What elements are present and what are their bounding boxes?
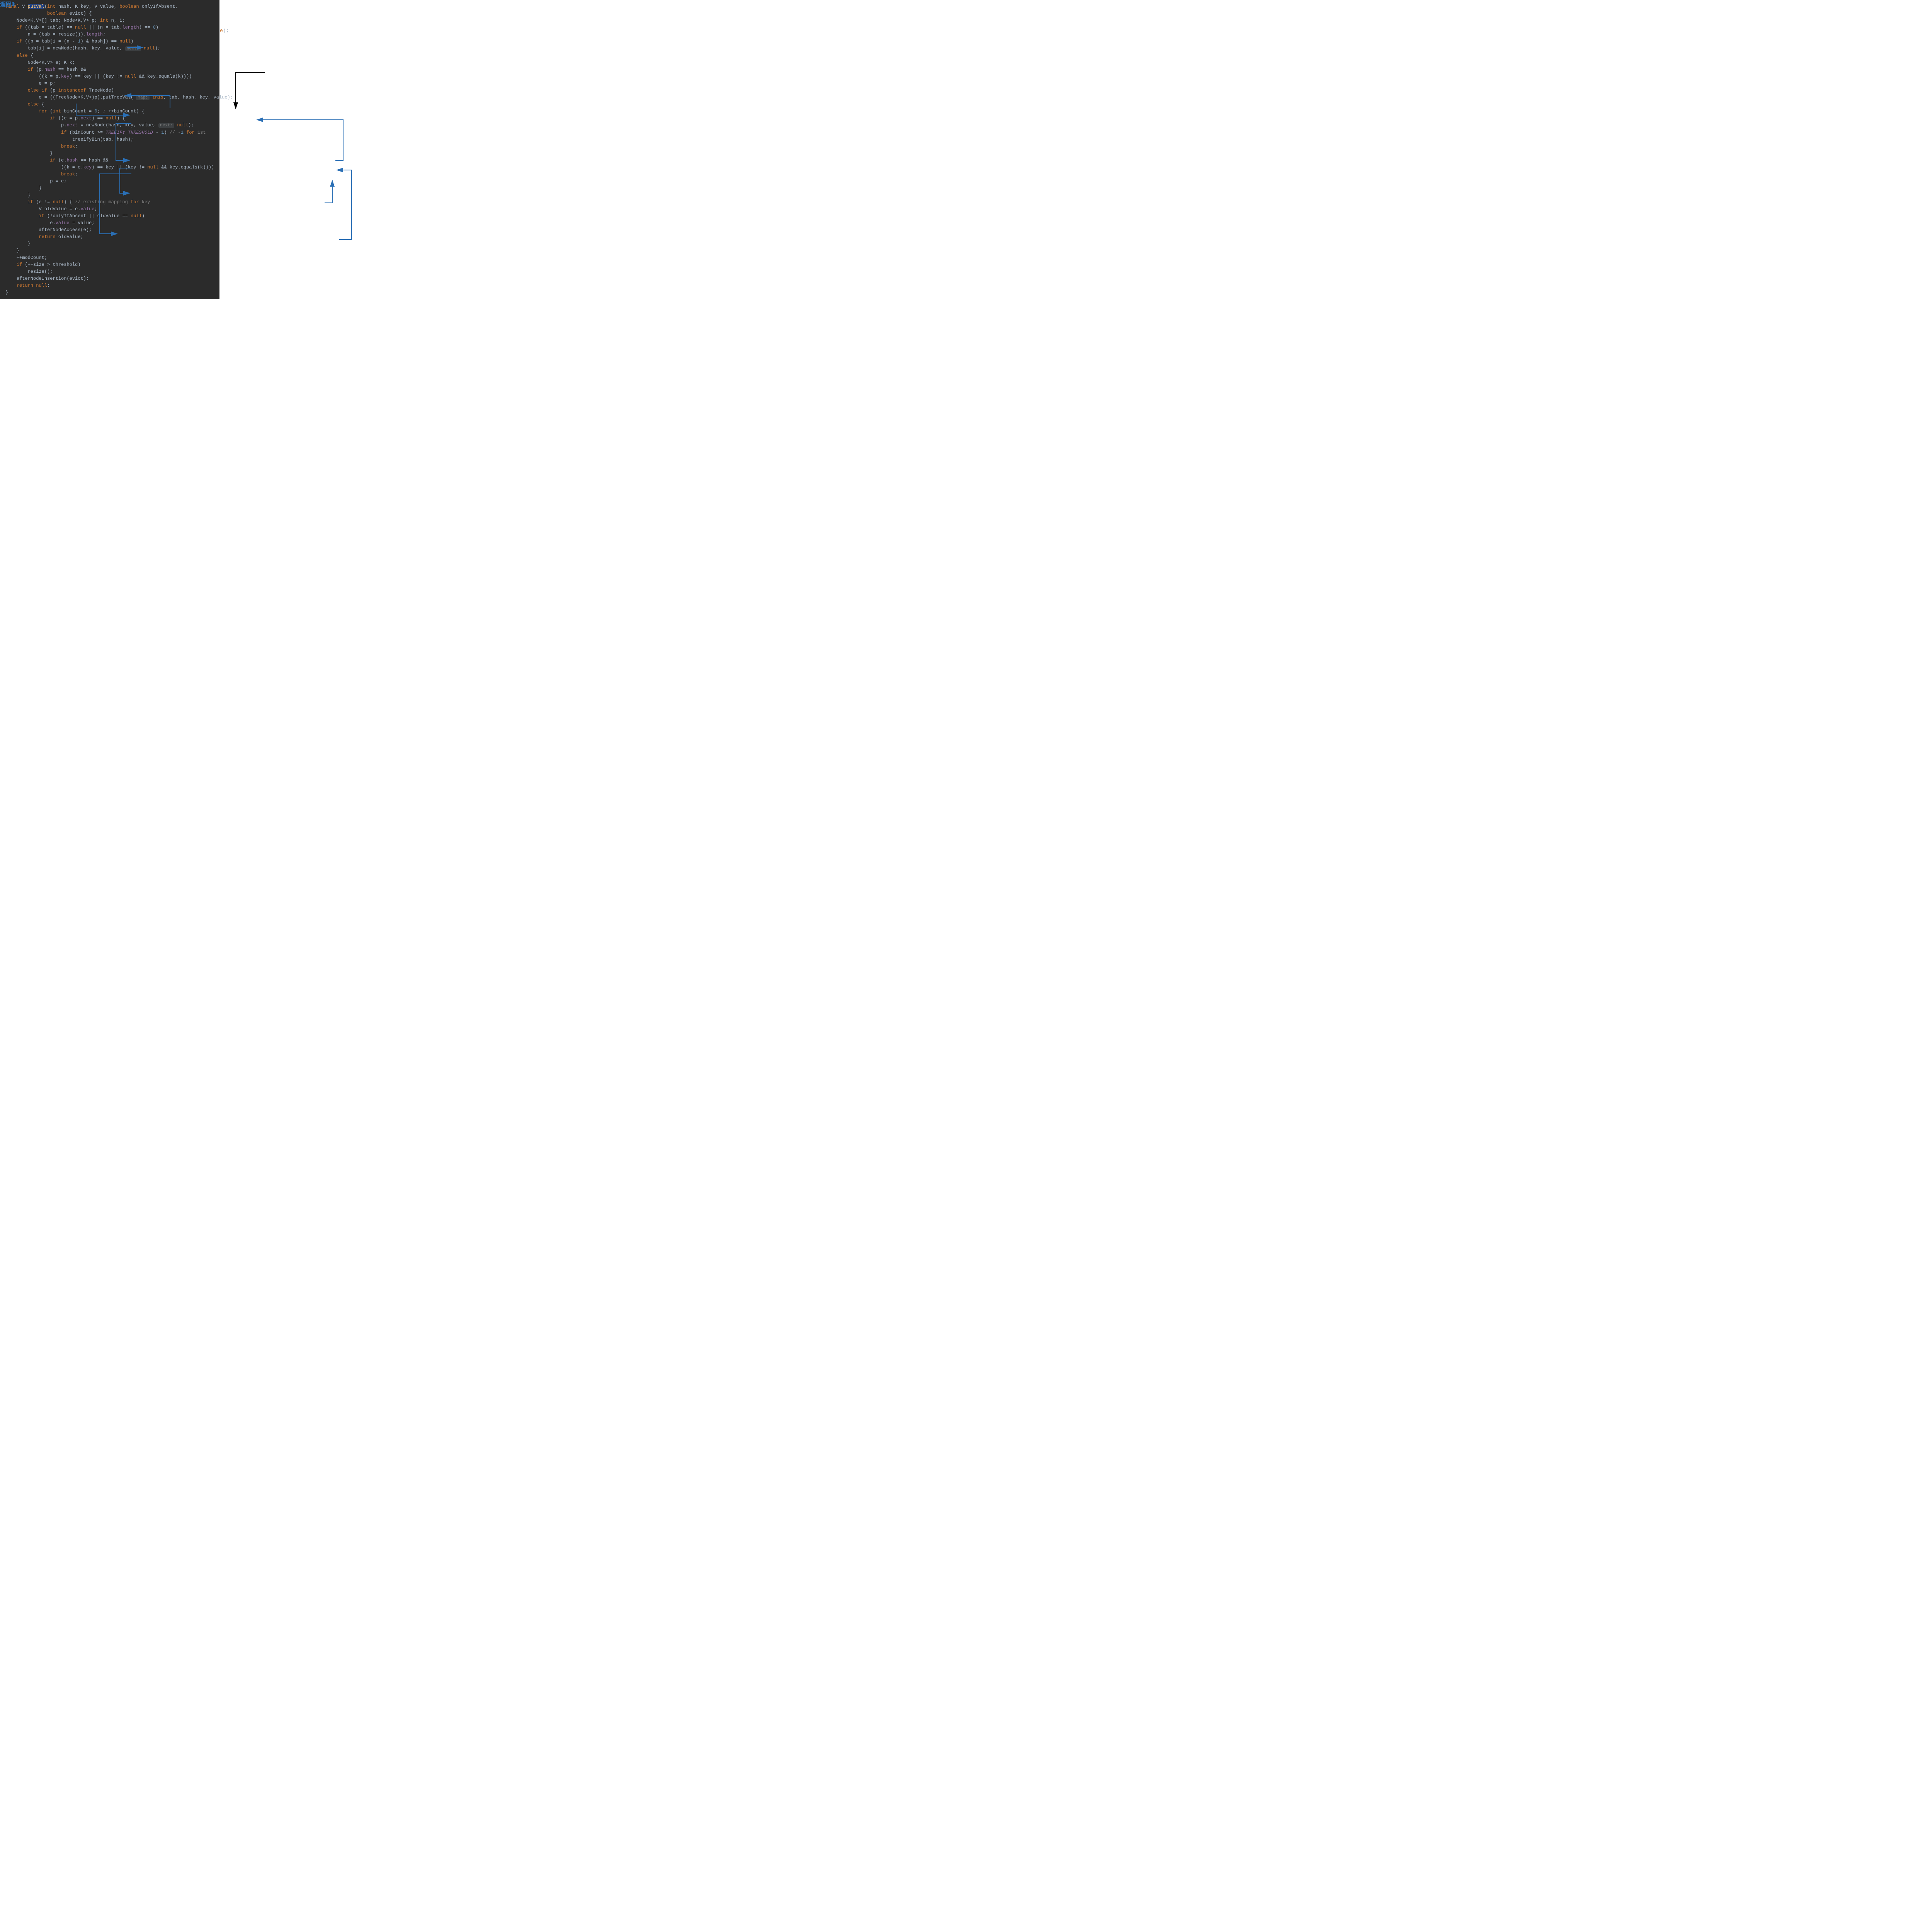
code-line: return null; <box>5 282 214 289</box>
code-line: } <box>5 247 214 254</box>
code-line: } <box>5 240 214 247</box>
code-line: Node<K,V> e; K k; <box>5 59 214 66</box>
code-line: treeifyBin(tab, hash); <box>5 136 214 143</box>
code-line: else { <box>5 101 214 108</box>
code-line: p = e; <box>5 178 214 185</box>
code-line: if (e != null) { // existing mapping for… <box>5 199 214 206</box>
code-line: return oldValue; <box>5 233 214 240</box>
code-line: ++modCount; <box>5 254 214 261</box>
code-line: for (int binCount = 0; ; ++binCount) { <box>5 108 214 115</box>
code-line: afterNodeInsertion(evict); <box>5 275 214 282</box>
code-line: else { <box>5 52 214 59</box>
code-line: V oldValue = e.value; <box>5 206 214 213</box>
code-line: boolean evict) { <box>5 10 214 17</box>
code-line: e = ((TreeNode<K,V>)p).putTreeVal( map: … <box>5 94 214 101</box>
code-line: break; <box>5 143 214 150</box>
code-line: ((k = e.key) == key || (key != null && k… <box>5 164 214 171</box>
code-line: resize(); <box>5 268 214 275</box>
code-line: if (binCount >= TREEIFY_THRESHOLD - 1) /… <box>5 129 214 136</box>
code-line: } <box>5 185 214 192</box>
code-line: e.value = value; <box>5 219 214 226</box>
code-line: if (e.hash == hash && <box>5 157 214 164</box>
code-line: p.next = newNode(hash, key, value, next:… <box>5 122 214 129</box>
code-line: if (p.hash == hash && <box>5 66 214 73</box>
code-line: break; <box>5 171 214 178</box>
code-line: if (++size > threshold) <box>5 261 214 268</box>
putval-method-block: final V putVal(int hash, K key, V value,… <box>0 0 219 299</box>
code-line: } <box>5 289 214 296</box>
code-line: Node<K,V>[] tab; Node<K,V> p; int n, i; <box>5 17 214 24</box>
code-line: final V putVal(int hash, K key, V value,… <box>5 3 214 10</box>
code-line: if ((tab = table) == null || (n = tab.le… <box>5 24 214 31</box>
code-line: if (!onlyIfAbsent || oldValue == null) <box>5 213 214 219</box>
code-line: if ((p = tab[i = (n - 1) & hash]) == nul… <box>5 38 214 45</box>
code-line: n = (tab = resize()).length; <box>5 31 214 38</box>
label-return-4: 返回4 <box>0 0 15 8</box>
code-line: } <box>5 150 214 157</box>
code-line: } <box>5 192 214 199</box>
code-line: afterNodeAccess(e); <box>5 226 214 233</box>
code-line: else if (p instanceof TreeNode) <box>5 87 214 94</box>
code-line: if ((e = p.next) == null) { <box>5 115 214 122</box>
code-line: ((k = p.key) == key || (key != null && k… <box>5 73 214 80</box>
code-line: tab[i] = newNode(hash, key, value, next:… <box>5 45 214 52</box>
code-line: e = p; <box>5 80 214 87</box>
